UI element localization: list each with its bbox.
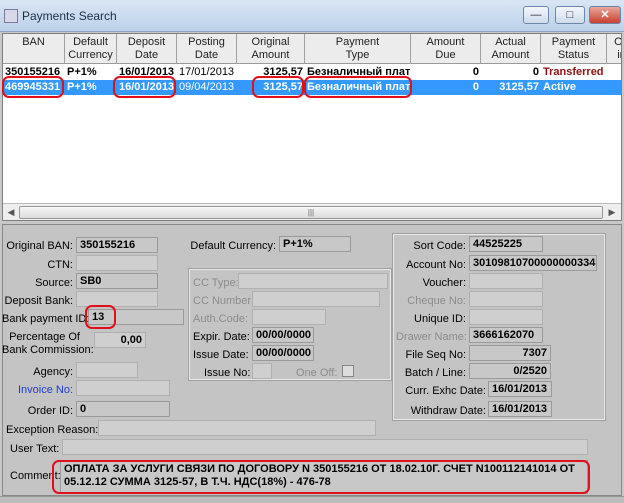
highlight-bank-payment-id xyxy=(85,305,116,329)
auth-code-field[interactable] xyxy=(252,309,326,325)
window-title: Payments Search xyxy=(22,9,117,23)
maximize-button[interactable]: □ xyxy=(555,6,585,24)
cell-payment-status: Transferred xyxy=(543,66,604,78)
col-actual-amount[interactable]: Actual Amount xyxy=(481,34,541,64)
col-original-amount[interactable]: Original Amount xyxy=(237,34,305,64)
cc-type-label: CC Type: xyxy=(193,277,239,289)
agency-field[interactable] xyxy=(76,362,138,378)
col-default-currency[interactable]: Default Currency xyxy=(65,34,117,64)
curr-exch-date-label: Curr. Exhc Date: xyxy=(405,385,486,397)
col-orig[interactable]: Ori in xyxy=(607,34,621,64)
file-seq-no-field[interactable]: 7307 xyxy=(469,345,551,361)
cell-actual-amount: 3125,57 xyxy=(499,81,539,93)
user-text-label: User Text: xyxy=(10,443,60,455)
scroll-left-icon[interactable]: ◀ xyxy=(4,206,18,219)
scrollbar-thumb[interactable]: ||| xyxy=(19,206,603,219)
highlight-comment xyxy=(52,460,590,494)
curr-exch-date-field[interactable]: 16/01/2013 xyxy=(488,381,552,397)
exception-reason-label: Exception Reason: xyxy=(6,424,99,436)
highlight-deposit-date xyxy=(113,76,176,98)
horizontal-scrollbar[interactable]: ◀ ||| ▶ xyxy=(3,203,621,220)
ctn-label: CTN: xyxy=(47,259,73,271)
sort-code-label: Sort Code: xyxy=(413,240,466,252)
cc-type-field[interactable] xyxy=(238,273,388,289)
cell-posting-date: 09/04/2013 xyxy=(179,81,235,93)
cheque-no-field[interactable] xyxy=(469,291,543,307)
issue-no-label: Issue No: xyxy=(204,367,251,379)
highlight-ban xyxy=(2,76,64,98)
source-label: Source: xyxy=(35,277,73,289)
cell-actual-amount: 0 xyxy=(532,66,539,78)
original-ban-field[interactable]: 350155216 xyxy=(76,237,158,253)
col-deposit-date[interactable]: Deposit Date xyxy=(117,34,177,64)
default-currency-field[interactable]: P+1% xyxy=(279,236,351,252)
col-payment-status[interactable]: Payment Status xyxy=(541,34,607,64)
withdraw-date-label: Withdraw Date: xyxy=(410,405,486,417)
pct-bank-commission-field[interactable]: 0,00 xyxy=(94,332,146,348)
expir-date-field[interactable]: 00/00/0000 xyxy=(252,327,314,343)
voucher-label: Voucher: xyxy=(422,277,466,289)
account-no-label: Account No: xyxy=(406,259,466,271)
drawer-name-label: Drawer Name: xyxy=(396,331,467,343)
unique-id-label: Unique ID: xyxy=(414,313,466,325)
invoice-no-link[interactable]: Invoice No: xyxy=(4,384,73,396)
col-posting-date[interactable]: Posting Date xyxy=(177,34,237,64)
original-ban-label: Original BAN: xyxy=(6,240,73,252)
col-payment-type[interactable]: Payment Type xyxy=(305,34,411,64)
drawer-name-field[interactable]: 3666162070 xyxy=(469,327,543,343)
order-id-field[interactable]: 0 xyxy=(76,401,170,417)
voucher-field[interactable] xyxy=(469,273,543,289)
status-bar xyxy=(0,496,624,503)
default-currency-label: Default Currency: xyxy=(190,240,276,252)
pct-bank-commission-label-1: Percentage Of xyxy=(9,331,80,343)
cell-posting-date: 17/01/2013 xyxy=(179,66,235,78)
account-no-field[interactable]: 30109810700000000334 xyxy=(469,255,597,271)
exception-reason-field[interactable] xyxy=(98,420,376,436)
cell-payment-status: Active xyxy=(543,81,577,93)
issue-date-field[interactable]: 00/00/0000 xyxy=(252,345,314,361)
highlight-original-amount xyxy=(252,76,304,98)
minimize-button[interactable]: — xyxy=(523,6,549,24)
cell-amount-due: 0 xyxy=(472,81,479,93)
bank-payment-id-label: Bank payment ID: xyxy=(2,313,90,325)
col-amount-due[interactable]: Amount Due xyxy=(411,34,481,64)
cc-number-label: CC Number: xyxy=(193,295,255,307)
one-off-checkbox[interactable] xyxy=(342,365,354,377)
one-off-label: One Off: xyxy=(296,367,338,379)
agency-label: Agency: xyxy=(33,366,73,378)
order-id-label: Order ID: xyxy=(27,405,73,417)
unique-id-field[interactable] xyxy=(469,309,543,325)
expir-date-label: Expir. Date: xyxy=(193,331,250,343)
scroll-right-icon[interactable]: ▶ xyxy=(605,206,619,219)
user-text-field[interactable] xyxy=(62,439,588,455)
auth-code-label: Auth.Code: xyxy=(193,313,249,325)
col-ban[interactable]: BAN xyxy=(3,34,65,64)
cell-currency: P+1% xyxy=(67,66,97,78)
sort-code-field[interactable]: 44525225 xyxy=(469,236,543,252)
file-seq-no-label: File Seq No: xyxy=(405,349,466,361)
batch-line-field[interactable]: 0/2520 xyxy=(469,363,551,379)
batch-line-label: Batch / Line: xyxy=(404,367,466,379)
pct-bank-commission-label-2: Bank Commission: xyxy=(2,344,94,356)
title-bar: Payments Search — □ ✕ xyxy=(0,0,624,32)
cell-currency: P+1% xyxy=(67,81,97,93)
withdraw-date-field[interactable]: 16/01/2013 xyxy=(488,401,552,417)
ctn-field[interactable] xyxy=(76,255,158,271)
cheque-no-label: Cheque No: xyxy=(407,295,466,307)
app-icon xyxy=(4,9,18,23)
close-button[interactable]: ✕ xyxy=(589,6,621,24)
invoice-no-field[interactable] xyxy=(76,380,170,396)
cell-amount-due: 0 xyxy=(472,66,479,78)
issue-date-label: Issue Date: xyxy=(193,349,249,361)
highlight-payment-type xyxy=(304,76,412,98)
deposit-bank-label: Deposit Bank: xyxy=(4,295,73,307)
payments-grid[interactable]: BAN Default Currency Deposit Date Postin… xyxy=(2,33,622,221)
cc-number-field[interactable] xyxy=(252,291,380,307)
source-field[interactable]: SB0 xyxy=(76,273,158,289)
grid-header: BAN Default Currency Deposit Date Postin… xyxy=(3,34,621,64)
issue-no-field[interactable] xyxy=(252,363,272,379)
